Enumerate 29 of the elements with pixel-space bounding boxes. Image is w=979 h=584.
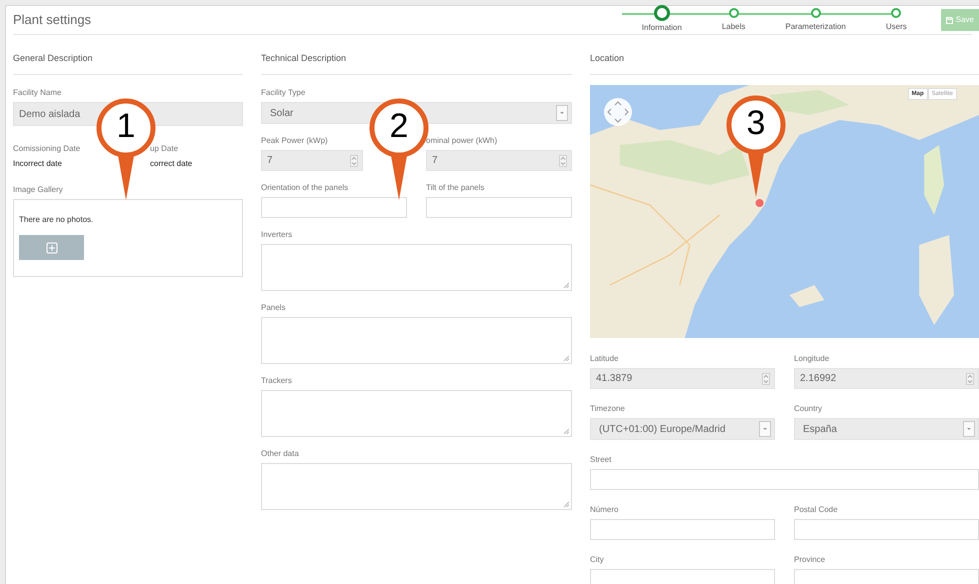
field-label: Other data — [261, 449, 300, 459]
date-value: correct date — [150, 159, 194, 169]
field-label: Número — [590, 505, 620, 515]
section-heading: General Description — [13, 53, 93, 63]
field-label: Trackers — [261, 376, 293, 386]
field-label: Panels — [261, 303, 286, 313]
field-label: Orientation of the panels — [261, 183, 350, 193]
section-heading: Location — [590, 53, 624, 63]
empty-message: There are no photos. — [19, 214, 94, 226]
field-label: Country — [794, 404, 824, 414]
date-value: Incorrect date — [13, 159, 63, 169]
field-label: Latitude — [590, 354, 620, 364]
page-title: Plant settings — [13, 11, 92, 30]
section-heading: Technical Description — [261, 53, 346, 63]
field-label: ominal power (kWh) — [426, 136, 498, 146]
field-label: City — [590, 555, 605, 565]
field-label: Image Gallery — [13, 185, 64, 195]
field-label: Postal Code — [794, 505, 839, 515]
field-label: up Date — [150, 144, 180, 154]
field-label: Timezone — [590, 404, 626, 414]
field-label: Facility Type — [261, 88, 306, 98]
field-label: Street — [590, 455, 612, 465]
field-label: Comissioning Date — [13, 144, 82, 154]
field-label: Province — [794, 555, 826, 565]
field-label: Tilt of the panels — [426, 183, 486, 193]
field-label: Inverters — [261, 230, 294, 240]
field-label: Peak Power (kWp) — [261, 136, 329, 146]
field-label: Facility Name — [13, 88, 62, 98]
field-label: Longitude — [794, 354, 830, 364]
